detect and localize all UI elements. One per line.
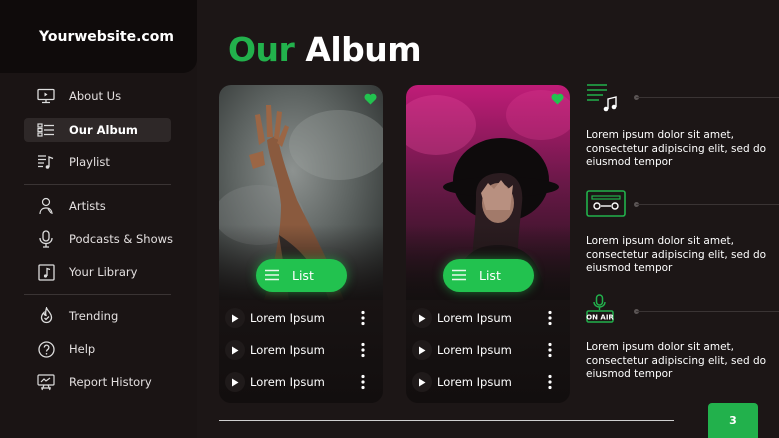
sidebar-item-label: Podcasts & Shows bbox=[69, 232, 174, 246]
help-icon bbox=[37, 340, 55, 358]
more-options-icon[interactable] bbox=[547, 374, 553, 390]
page-number: 3 bbox=[729, 414, 737, 427]
sidebar: Yourwebsite.com About Us Our Album Playl… bbox=[0, 0, 197, 438]
heart-icon[interactable] bbox=[364, 93, 377, 105]
play-icon[interactable] bbox=[225, 308, 245, 328]
more-options-icon[interactable] bbox=[360, 374, 366, 390]
logo-box: Yourwebsite.com bbox=[0, 0, 197, 73]
feature-description: Lorem ipsum dolor sit amet, consectetur … bbox=[586, 235, 767, 274]
sidebar-item-our-album[interactable]: Our Album bbox=[24, 118, 171, 142]
sidebar-item-label: Your Library bbox=[69, 265, 138, 279]
play-icon[interactable] bbox=[225, 340, 245, 360]
sidebar-item-trending[interactable]: Trending bbox=[24, 304, 171, 328]
track-row[interactable]: Lorem Ipsum bbox=[406, 306, 570, 330]
report-icon bbox=[37, 373, 55, 391]
monitor-icon bbox=[37, 87, 55, 105]
track-title: Lorem Ipsum bbox=[437, 375, 512, 389]
list-icon bbox=[452, 269, 466, 281]
connector-line bbox=[636, 204, 779, 205]
sidebar-item-help[interactable]: Help bbox=[24, 337, 171, 361]
sidebar-item-label: Artists bbox=[69, 199, 106, 213]
track-title: Lorem Ipsum bbox=[250, 375, 325, 389]
on-air-icon: ON AIR bbox=[586, 294, 614, 323]
music-playlist-icon bbox=[587, 84, 617, 112]
sidebar-item-report-history[interactable]: Report History bbox=[24, 370, 171, 394]
nav-divider bbox=[24, 184, 171, 185]
track-title: Lorem Ipsum bbox=[437, 343, 512, 357]
microphone-icon bbox=[37, 230, 55, 248]
page-title-accent: Our bbox=[228, 30, 295, 69]
more-options-icon[interactable] bbox=[360, 310, 366, 326]
sidebar-item-label: Playlist bbox=[69, 155, 110, 169]
sidebar-item-label: Help bbox=[69, 342, 96, 356]
sidebar-item-label: About Us bbox=[69, 89, 122, 103]
track-title: Lorem Ipsum bbox=[250, 343, 325, 357]
library-icon bbox=[37, 263, 55, 281]
list-icon bbox=[265, 269, 279, 281]
track-row[interactable]: Lorem Ipsum bbox=[219, 338, 383, 362]
play-icon[interactable] bbox=[412, 308, 432, 328]
more-options-icon[interactable] bbox=[360, 342, 366, 358]
nav-divider bbox=[24, 294, 171, 295]
track-row[interactable]: Lorem Ipsum bbox=[406, 338, 570, 362]
connector-line bbox=[636, 97, 779, 98]
sidebar-item-playlist[interactable]: Playlist bbox=[24, 150, 171, 174]
list-button[interactable]: List bbox=[256, 259, 347, 292]
more-options-icon[interactable] bbox=[547, 310, 553, 326]
play-icon[interactable] bbox=[412, 372, 432, 392]
more-options-icon[interactable] bbox=[547, 342, 553, 358]
feature-description: Lorem ipsum dolor sit amet, consectetur … bbox=[586, 129, 767, 168]
connector-line bbox=[636, 311, 779, 312]
sidebar-item-label: Our Album bbox=[69, 123, 138, 137]
album-card: List Lorem Ipsum Lorem Ipsum Lorem Ipsum bbox=[219, 85, 383, 403]
sidebar-item-podcasts[interactable]: Podcasts & Shows bbox=[24, 227, 174, 251]
on-air-label: ON AIR bbox=[586, 314, 614, 322]
sidebar-item-label: Report History bbox=[69, 375, 152, 389]
page-number-badge: 3 bbox=[708, 403, 758, 438]
track-title: Lorem Ipsum bbox=[437, 311, 512, 325]
cassette-icon bbox=[586, 190, 626, 217]
heart-icon[interactable] bbox=[551, 93, 564, 105]
play-icon[interactable] bbox=[412, 340, 432, 360]
sidebar-item-your-library[interactable]: Your Library bbox=[24, 260, 171, 284]
list-button[interactable]: List bbox=[443, 259, 534, 292]
play-icon[interactable] bbox=[225, 372, 245, 392]
sidebar-item-label: Trending bbox=[69, 309, 119, 323]
track-row[interactable]: Lorem Ipsum bbox=[219, 370, 383, 394]
album-card: List Lorem Ipsum Lorem Ipsum Lorem Ipsum bbox=[406, 85, 570, 403]
track-row[interactable]: Lorem Ipsum bbox=[219, 306, 383, 330]
track-title: Lorem Ipsum bbox=[250, 311, 325, 325]
footer-divider bbox=[219, 420, 674, 421]
page-title: Our Album bbox=[228, 30, 422, 69]
album-list-icon bbox=[37, 121, 55, 139]
page-title-rest: Album bbox=[305, 30, 422, 69]
playlist-icon bbox=[37, 153, 55, 171]
sidebar-item-artists[interactable]: Artists bbox=[24, 194, 171, 218]
site-logo[interactable]: Yourwebsite.com bbox=[39, 29, 174, 45]
sidebar-item-about-us[interactable]: About Us bbox=[24, 84, 171, 108]
list-button-label: List bbox=[292, 268, 314, 283]
artist-icon bbox=[37, 197, 55, 215]
list-button-label: List bbox=[479, 268, 501, 283]
track-row[interactable]: Lorem Ipsum bbox=[406, 370, 570, 394]
feature-description: Lorem ipsum dolor sit amet, consectetur … bbox=[586, 341, 767, 380]
trending-icon bbox=[37, 307, 55, 325]
